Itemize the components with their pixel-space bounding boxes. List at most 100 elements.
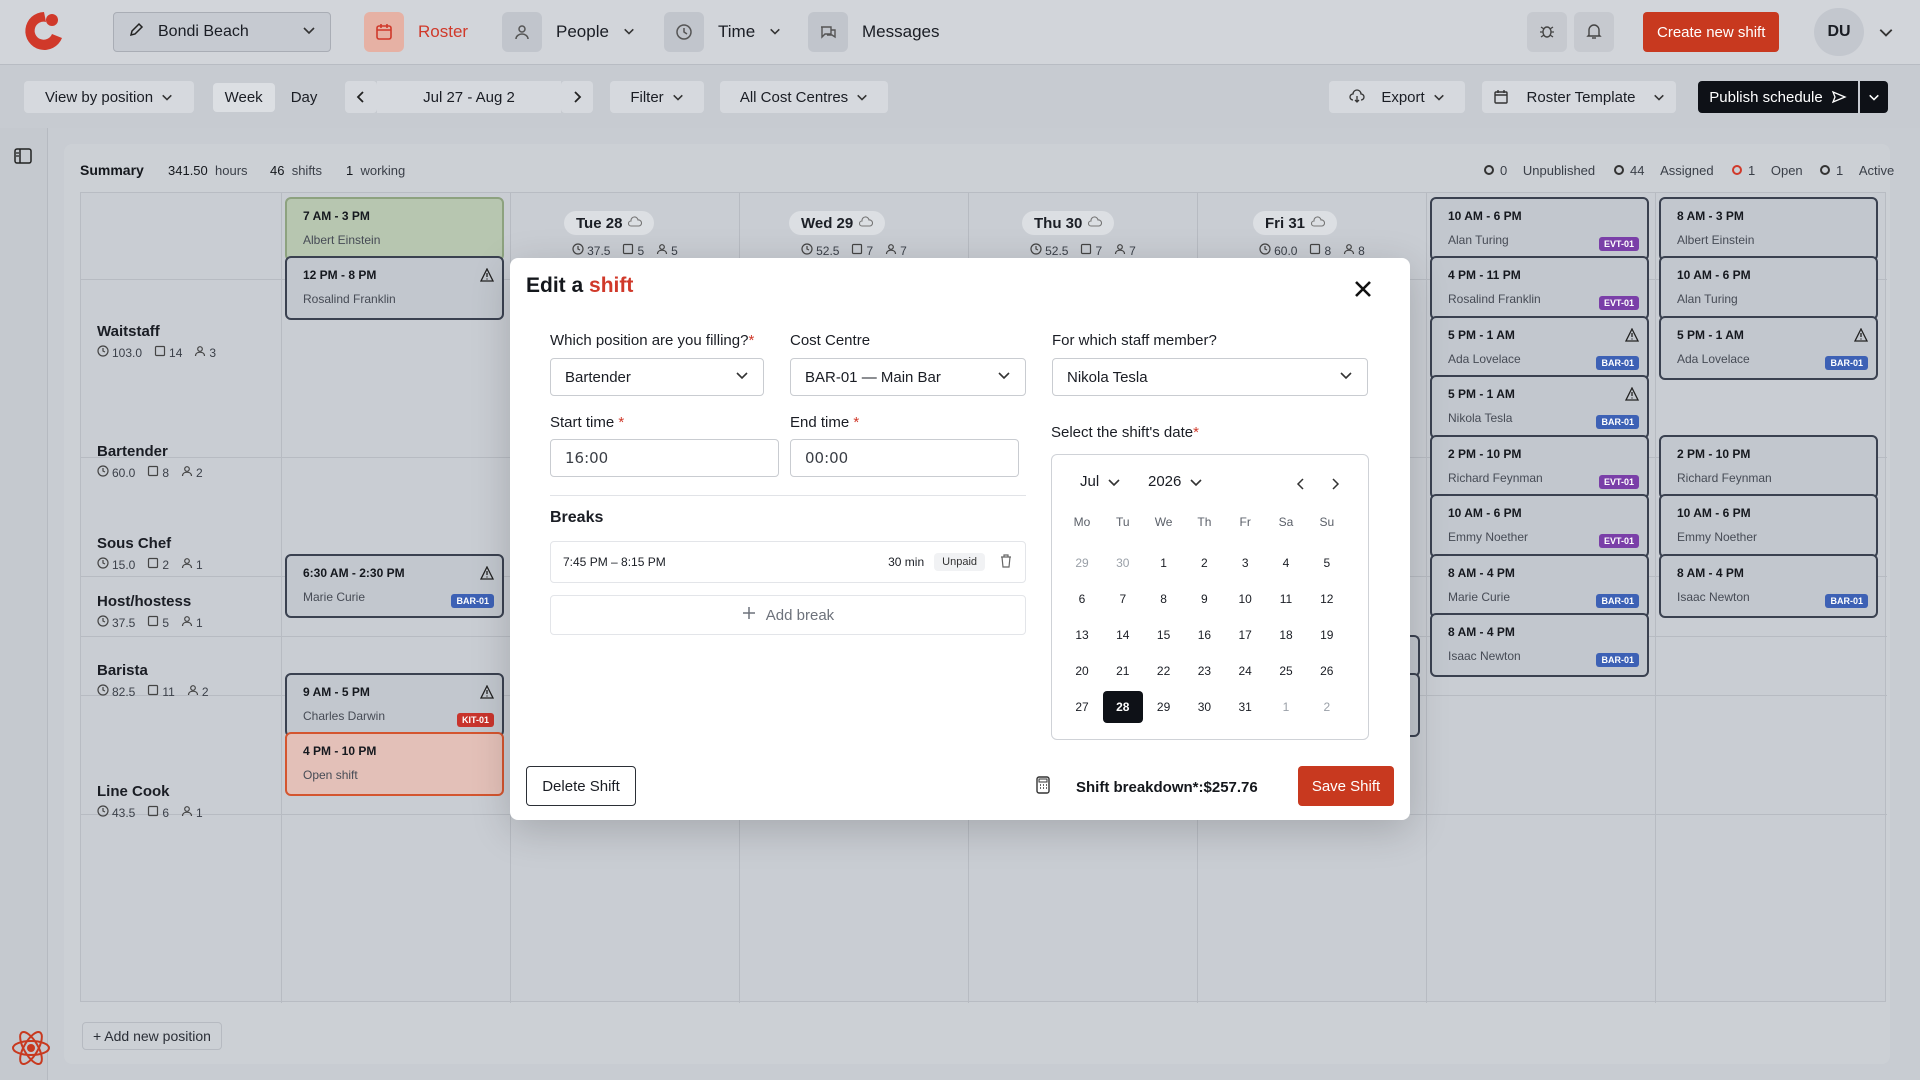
- export-dropdown[interactable]: Export: [1329, 81, 1465, 113]
- calendar-day[interactable]: 21: [1103, 655, 1143, 687]
- app-logo[interactable]: [22, 8, 66, 56]
- calendar-day[interactable]: 13: [1062, 619, 1102, 651]
- chevron-right-icon[interactable]: [561, 81, 593, 113]
- break-row[interactable]: 7:45 PM – 8:15 PM 30 min Unpaid: [550, 541, 1026, 583]
- chevron-left-icon[interactable]: [1292, 475, 1310, 493]
- shift-card[interactable]: 10 AM - 6 PM Emmy Noether: [1659, 494, 1878, 558]
- calendar-day[interactable]: 4: [1266, 547, 1306, 579]
- create-shift-button[interactable]: Create new shift: [1643, 12, 1780, 52]
- shift-card[interactable]: 2 PM - 10 PM Richard Feynman: [1659, 435, 1878, 499]
- staff-select[interactable]: Nikola Tesla: [1052, 358, 1368, 396]
- calendar-day[interactable]: 22: [1144, 655, 1184, 687]
- calendar-day[interactable]: 30: [1103, 547, 1143, 579]
- shift-card[interactable]: 5 PM - 1 AM Ada Lovelace BAR-01: [1430, 316, 1649, 380]
- notifications-button[interactable]: [1574, 12, 1614, 52]
- nav-time[interactable]: Time: [664, 12, 781, 52]
- calendar-day[interactable]: 7: [1103, 583, 1143, 615]
- shift-card[interactable]: 8 AM - 4 PM Marie Curie BAR-01: [1430, 554, 1649, 618]
- calendar-day[interactable]: 20: [1062, 655, 1102, 687]
- calendar-day[interactable]: 31: [1225, 691, 1265, 723]
- nav-messages[interactable]: Messages: [808, 12, 939, 52]
- nav-people[interactable]: People: [502, 12, 635, 52]
- calendar-day[interactable]: 18: [1266, 619, 1306, 651]
- shift-card[interactable]: 8 AM - 4 PM Isaac Newton BAR-01: [1430, 613, 1649, 677]
- calendar-day[interactable]: 23: [1184, 655, 1224, 687]
- calendar-day[interactable]: 2: [1307, 691, 1347, 723]
- location-selector[interactable]: Bondi Beach: [113, 12, 331, 52]
- save-shift-button[interactable]: Save Shift: [1298, 766, 1394, 806]
- avatar[interactable]: DU: [1814, 8, 1864, 56]
- trash-icon[interactable]: [999, 553, 1013, 571]
- shift-card[interactable]: 8 AM - 4 PM Isaac Newton BAR-01: [1659, 554, 1878, 618]
- day-pill[interactable]: Tue 28: [564, 211, 655, 235]
- react-devtools-icon[interactable]: [10, 1027, 52, 1072]
- calendar-day[interactable]: 11: [1266, 583, 1306, 615]
- chevron-down-icon[interactable]: [1878, 24, 1894, 40]
- publish-options-button[interactable]: [1860, 81, 1888, 113]
- calendar-day[interactable]: 8: [1144, 583, 1184, 615]
- day-pill[interactable]: Wed 29: [789, 211, 886, 235]
- shift-card[interactable]: 8 AM - 3 PM Albert Einstein: [1659, 197, 1878, 261]
- start-time-input[interactable]: 16:00: [550, 439, 779, 477]
- end-time-input[interactable]: 00:00: [790, 439, 1019, 477]
- delete-shift-button[interactable]: Delete Shift: [526, 766, 636, 806]
- day-pill[interactable]: Fri 31: [1253, 211, 1338, 235]
- month-select[interactable]: Jul: [1080, 473, 1121, 490]
- calendar-day[interactable]: 2: [1184, 547, 1224, 579]
- shift-card[interactable]: 6:30 AM - 2:30 PM Marie Curie BAR-01: [285, 554, 504, 618]
- roster-template-dropdown[interactable]: Roster Template: [1482, 81, 1676, 113]
- shift-card[interactable]: 12 PM - 8 PM Rosalind Franklin: [285, 256, 504, 320]
- calendar-day[interactable]: 25: [1266, 655, 1306, 687]
- add-position-button[interactable]: + Add new position: [82, 1022, 222, 1050]
- shift-card[interactable]: 5 PM - 1 AM Ada Lovelace BAR-01: [1659, 316, 1878, 380]
- shift-card[interactable]: 5 PM - 1 AM Nikola Tesla BAR-01: [1430, 375, 1649, 439]
- calendar-day[interactable]: 29: [1144, 691, 1184, 723]
- shift-card[interactable]: 9 AM - 5 PMCharles DarwinKIT-01: [285, 673, 504, 737]
- add-break-button[interactable]: Add break: [550, 595, 1026, 635]
- nav-roster[interactable]: Roster: [364, 12, 468, 52]
- chevron-right-icon[interactable]: [1326, 475, 1344, 493]
- sidebar-toggle-icon[interactable]: [14, 148, 32, 167]
- calendar-day[interactable]: 12: [1307, 583, 1347, 615]
- cost-centres-dropdown[interactable]: All Cost Centres: [720, 81, 888, 113]
- view-by-dropdown[interactable]: View by position: [24, 81, 194, 113]
- calendar-day[interactable]: 29: [1062, 547, 1102, 579]
- shift-card[interactable]: 4 PM - 10 PM Open shift: [285, 732, 504, 796]
- publish-schedule-button[interactable]: Publish schedule: [1698, 81, 1858, 113]
- calendar-day-selected[interactable]: 28: [1102, 691, 1143, 723]
- calendar-day[interactable]: 3: [1225, 547, 1265, 579]
- calendar-day[interactable]: 14: [1103, 619, 1143, 651]
- calendar-day[interactable]: 6: [1062, 583, 1102, 615]
- calendar-day[interactable]: 30: [1184, 691, 1224, 723]
- bug-report-button[interactable]: [1527, 12, 1567, 52]
- shift-card[interactable]: 7 AM - 3 PM Albert Einstein: [285, 197, 504, 261]
- shift-card[interactable]: 2 PM - 10 PM Richard Feynman EVT-01: [1430, 435, 1649, 499]
- position-select[interactable]: Bartender: [550, 358, 764, 396]
- date-range-label[interactable]: Jul 27 - Aug 2: [377, 81, 561, 113]
- shift-card[interactable]: 10 AM - 6 PM Alan Turing EVT-01: [1430, 197, 1649, 261]
- day-toggle[interactable]: Day: [283, 83, 326, 112]
- calendar-day[interactable]: 19: [1307, 619, 1347, 651]
- calendar-day[interactable]: 16: [1184, 619, 1224, 651]
- shift-card[interactable]: 10 AM - 6 PM Emmy Noether EVT-01: [1430, 494, 1649, 558]
- calendar-day[interactable]: 26: [1307, 655, 1347, 687]
- year-select[interactable]: 2026: [1148, 473, 1203, 490]
- calendar-day[interactable]: 10: [1225, 583, 1265, 615]
- cost-centre-select[interactable]: BAR-01 — Main Bar: [790, 358, 1026, 396]
- week-toggle[interactable]: Week: [212, 82, 275, 112]
- calendar-day[interactable]: 15: [1144, 619, 1184, 651]
- chevron-left-icon[interactable]: [345, 81, 377, 113]
- close-icon[interactable]: [1348, 274, 1378, 304]
- calendar-day[interactable]: 9: [1184, 583, 1224, 615]
- day-pill[interactable]: Thu 30: [1022, 211, 1115, 235]
- shift-breakdown[interactable]: Shift breakdown*:$257.76: [1036, 776, 1258, 798]
- calendar-day[interactable]: 1: [1144, 547, 1184, 579]
- calendar-day[interactable]: 5: [1307, 547, 1347, 579]
- calendar-day[interactable]: 24: [1225, 655, 1265, 687]
- calendar-day[interactable]: 27: [1062, 691, 1102, 723]
- calendar-day[interactable]: 17: [1225, 619, 1265, 651]
- calendar-day[interactable]: 1: [1266, 691, 1306, 723]
- shift-card[interactable]: 4 PM - 11 PM Rosalind Franklin EVT-01: [1430, 256, 1649, 320]
- filter-dropdown[interactable]: Filter: [610, 81, 704, 113]
- shift-card[interactable]: 10 AM - 6 PM Alan Turing: [1659, 256, 1878, 320]
